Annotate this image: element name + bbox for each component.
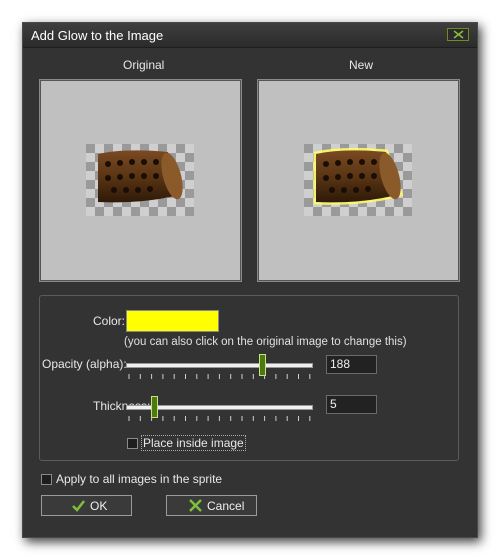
cancel-button[interactable]: Cancel <box>166 495 257 516</box>
thickness-slider-thumb[interactable] <box>150 396 158 418</box>
ok-button[interactable]: OK <box>41 495 132 516</box>
opacity-slider-thumb[interactable] <box>259 354 267 376</box>
place-inside-checkbox[interactable] <box>127 438 138 449</box>
add-glow-dialog: Add Glow to the Image Original New Color… <box>22 22 478 538</box>
new-label: New <box>349 58 374 72</box>
apply-all-checkbox[interactable] <box>41 474 52 485</box>
glow-settings-panel: Color: (you can also click on the origin… <box>39 295 459 461</box>
cross-icon <box>189 499 202 512</box>
new-preview <box>257 79 460 282</box>
glow-sprite-image <box>304 144 412 216</box>
original-label: Original <box>123 58 165 72</box>
cancel-label: Cancel <box>207 499 245 513</box>
thickness-value-input[interactable]: 5 <box>326 395 377 414</box>
place-inside-label[interactable]: Place inside image <box>141 435 246 451</box>
close-button[interactable] <box>447 28 469 41</box>
color-label: Color: <box>93 314 126 328</box>
title-bar[interactable]: Add Glow to the Image <box>23 23 477 48</box>
original-sprite-image <box>86 144 194 216</box>
opacity-slider-track[interactable] <box>126 363 313 368</box>
close-x-icon <box>453 30 464 39</box>
ok-label: OK <box>90 499 108 513</box>
checkmark-icon <box>72 500 85 512</box>
color-swatch[interactable] <box>126 310 219 332</box>
opacity-value-input[interactable]: 188 <box>326 355 377 374</box>
dialog-title: Add Glow to the Image <box>31 28 164 43</box>
opacity-slider-ticks <box>128 374 311 379</box>
apply-all-label[interactable]: Apply to all images in the sprite <box>56 472 222 486</box>
opacity-label: Opacity (alpha): <box>42 357 127 371</box>
original-preview[interactable] <box>39 79 242 282</box>
color-hint: (you can also click on the original imag… <box>124 336 407 348</box>
